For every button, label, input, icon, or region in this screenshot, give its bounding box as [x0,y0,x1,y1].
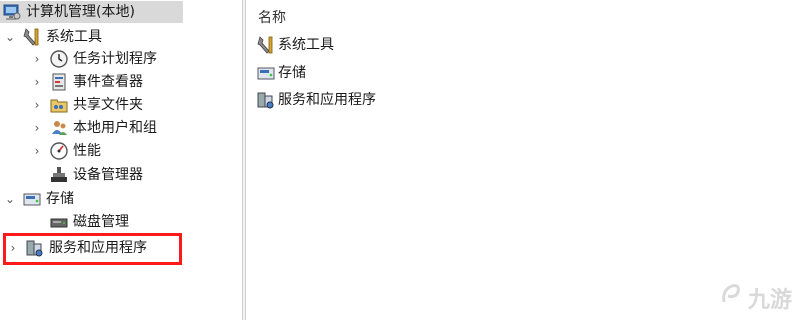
tree-item-disk-management[interactable]: 磁盘管理 [49,211,129,233]
storage-label: 存储 [46,191,74,207]
list-item-label: 存储 [278,65,306,81]
users-icon [49,118,69,138]
details-list: 名称 系统工具 存储 服务和应用程序 [247,0,800,320]
system-tools-label: 系统工具 [46,29,102,45]
chevron-right-icon[interactable]: › [31,140,43,162]
chevron-down-icon[interactable]: ⌄ [4,188,16,210]
tools-icon [256,35,276,55]
tree-item-shared-folders[interactable]: › 共享文件夹 [31,94,143,116]
tree-item-task-scheduler[interactable]: › 任务计划程序 [31,48,157,70]
tree-item-device-manager[interactable]: 设备管理器 [49,164,143,186]
clock-icon [49,49,69,69]
tree-item-system-tools[interactable]: ⌄ 系统工具 [4,26,102,48]
performance-icon [49,141,69,161]
chevron-right-icon[interactable]: › [31,48,43,70]
tree-item-storage[interactable]: ⌄ 存储 [4,188,74,210]
tools-icon [22,27,42,47]
computer-management-icon [2,2,22,22]
chevron-right-icon[interactable]: › [31,117,43,139]
shared-folder-icon [49,95,69,115]
event-viewer-label: 事件查看器 [73,74,143,90]
storage-icon [22,189,42,209]
disk-management-label: 磁盘管理 [73,214,129,230]
performance-label: 性能 [73,143,101,159]
device-manager-icon [49,165,69,185]
list-item-system-tools[interactable]: 系统工具 [256,34,334,56]
tree-item-local-users-groups[interactable]: › 本地用户和组 [31,117,157,139]
tree-item-performance[interactable]: › 性能 [31,140,101,162]
device-manager-label: 设备管理器 [73,167,143,183]
column-header-name[interactable]: 名称 [258,7,286,29]
watermark: 九游 [718,282,792,314]
tree-root-label: 计算机管理(本地) [26,4,135,20]
storage-icon [256,63,276,83]
tree-root-computer-management[interactable]: 计算机管理(本地) [0,1,183,23]
services-icon [256,90,276,110]
list-item-label: 服务和应用程序 [278,92,376,108]
event-viewer-icon [49,72,69,92]
chevron-right-icon[interactable]: › [31,71,43,93]
task-scheduler-label: 任务计划程序 [73,51,157,67]
chevron-right-icon[interactable]: › [31,94,43,116]
list-item-label: 系统工具 [278,37,334,53]
chevron-down-icon[interactable]: ⌄ [4,26,16,48]
tree-item-event-viewer[interactable]: › 事件查看器 [31,71,143,93]
highlight-box [3,233,182,265]
list-item-storage[interactable]: 存储 [256,62,306,84]
watermark-logo-icon [718,282,744,314]
disk-icon [49,212,69,232]
list-item-services-applications[interactable]: 服务和应用程序 [256,89,376,111]
shared-folders-label: 共享文件夹 [73,97,143,113]
local-users-groups-label: 本地用户和组 [73,120,157,136]
watermark-text: 九游 [747,288,792,313]
navigation-tree: 计算机管理(本地) ⌄ 系统工具 › 任务计划程序 › 事件查看器 › 共享文件… [0,0,241,320]
